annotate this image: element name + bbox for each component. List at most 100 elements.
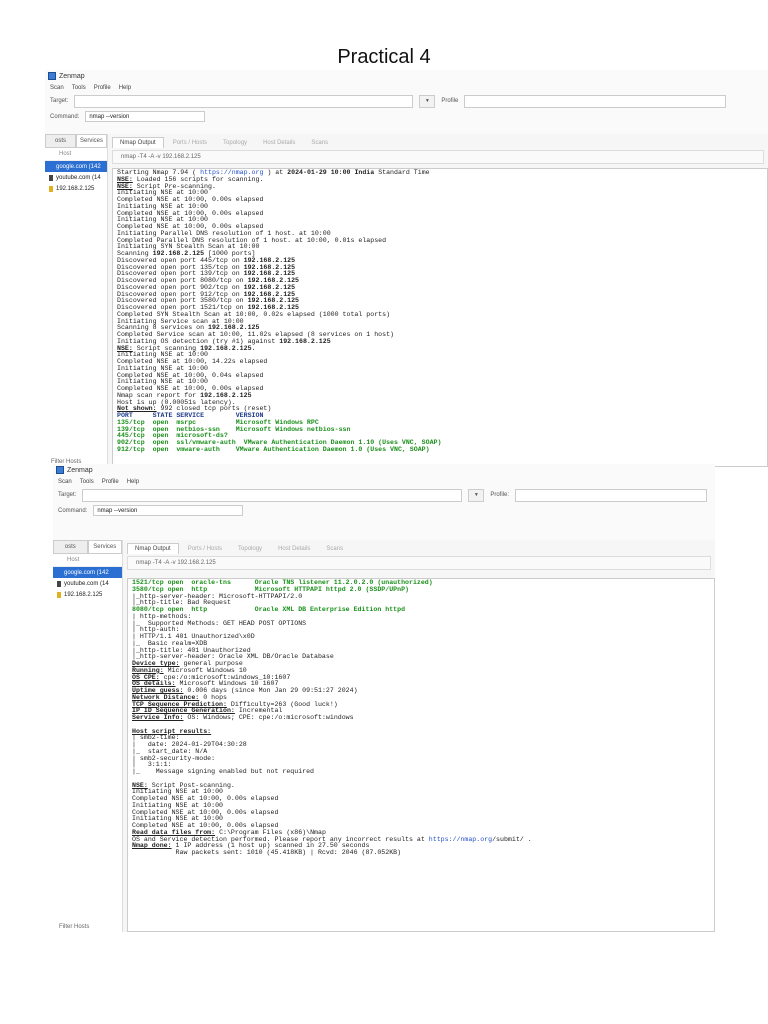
profile-label: Profile:: [490, 492, 510, 498]
host-list-item[interactable]: youtube.com (14: [45, 172, 107, 183]
host-name: google.com (142: [64, 569, 109, 576]
output-line: Raw packets sent: 1010 (45.418KB) | Rcvd…: [132, 849, 710, 857]
menu-help[interactable]: Help: [119, 85, 131, 91]
zenmap-app-icon: [56, 466, 64, 474]
target-input[interactable]: [74, 94, 414, 108]
menu-scan[interactable]: Scan: [50, 85, 64, 91]
nmap-output-text: Starting Nmap 7.94 ( https://nmap.org ) …: [112, 168, 768, 467]
hosts-services-tabs: osts Services: [45, 134, 107, 148]
output-segment: Standard Time: [374, 169, 430, 176]
results-pane: Nmap Output Ports / Hosts Topology Host Det…: [108, 134, 768, 467]
zenmap-screenshot-2: Zenmap Scan Tools Profile Help Target: ▼ Profil…: [53, 464, 715, 932]
window-title-bar: Zenmap: [45, 70, 768, 82]
window-title: Zenmap: [59, 72, 85, 80]
tab-host-details[interactable]: Host Details: [271, 544, 317, 554]
tab-services[interactable]: Services: [76, 134, 107, 148]
menu-profile[interactable]: Profile: [94, 85, 111, 91]
chevron-down-icon: ▼: [424, 98, 430, 104]
menu-help[interactable]: Help: [127, 479, 139, 485]
output-segment: 912/tcp open vmware-auth VMware Authenti…: [117, 445, 430, 453]
menu-profile[interactable]: Profile: [102, 479, 119, 485]
output-segment: 192.168.2.125: [279, 337, 331, 345]
profile-select[interactable]: [515, 488, 708, 502]
output-line: Completed NSE at 10:00, 0.00s elapsed: [117, 210, 763, 218]
tab-topology[interactable]: Topology: [231, 544, 269, 554]
host-list-item[interactable]: google.com (142: [53, 567, 122, 578]
host-name: 192.168.2.125: [56, 185, 95, 192]
command-input[interactable]: nmap --version: [85, 111, 206, 122]
host-column-header: Host: [53, 554, 122, 567]
output-line: | date: 2024-01-29T04:30:28: [132, 741, 710, 749]
menu-bar: Scan Tools Profile Help: [45, 82, 768, 93]
tab-ports-hosts[interactable]: Ports / Hosts: [166, 138, 214, 148]
tab-hosts[interactable]: osts: [53, 540, 88, 554]
host-column-header: Host: [45, 148, 107, 161]
host-list-item[interactable]: youtube.com (14: [53, 578, 122, 589]
window-title-bar: Zenmap: [53, 464, 715, 476]
output-line: Completed NSE at 10:00, 14.22s elapsed: [117, 358, 763, 366]
target-label: Target:: [50, 98, 69, 104]
tab-services[interactable]: Services: [87, 540, 122, 554]
tab-ports-hosts[interactable]: Ports / Hosts: [181, 544, 229, 554]
output-line: 8080/tcp open http Oracle XML DB Enterpr…: [132, 606, 710, 614]
results-pane: Nmap Output Ports / Hosts Topology Host Det…: [123, 540, 715, 932]
command-row: Command: nmap --version: [45, 109, 768, 124]
os-icon: [49, 163, 53, 170]
scan-command-select[interactable]: nmap -T4 -A -v 192.168.2.125: [112, 150, 764, 164]
tab-hosts[interactable]: osts: [45, 134, 76, 148]
hosts-services-tabs: osts Services: [53, 540, 122, 554]
page-title: Practical 4: [337, 46, 431, 68]
target-row: Target: ▼ Profile:: [53, 487, 715, 503]
command-label: Command:: [58, 507, 88, 514]
output-line: Host script results:: [132, 728, 710, 736]
tab-topology[interactable]: Topology: [216, 138, 254, 148]
output-line: |_ Supported Methods: GET HEAD POST OPTI…: [132, 620, 710, 628]
output-segment: |_ Message signing enabled but not requi…: [132, 768, 315, 775]
host-name: youtube.com (14: [64, 580, 109, 587]
host-name: youtube.com (14: [56, 174, 101, 181]
host-name: google.com (142: [56, 163, 101, 170]
output-line: |_ Message signing enabled but not requi…: [132, 768, 710, 776]
os-icon: [49, 185, 53, 192]
output-line: Completed NSE at 10:00, 0.04s elapsed: [117, 372, 763, 380]
target-dropdown-button[interactable]: ▼: [419, 94, 436, 108]
zenmap-app-icon: [48, 72, 56, 80]
tab-host-details[interactable]: Host Details: [256, 138, 302, 148]
command-row: Command: nmap --version: [53, 503, 715, 518]
tab-scans[interactable]: Scans: [319, 544, 350, 554]
profile-select[interactable]: [464, 94, 727, 108]
menu-bar: Scan Tools Profile Help: [53, 476, 715, 487]
command-input[interactable]: nmap --version: [93, 505, 244, 516]
tab-nmap-output[interactable]: Nmap Output: [127, 543, 179, 554]
menu-tools[interactable]: Tools: [72, 85, 86, 91]
os-icon: [57, 580, 61, 587]
output-line: Completed NSE at 10:00, 0.00s elapsed: [117, 196, 763, 204]
nmap-output-text: 1521/tcp open oracle-tns Oracle TNS list…: [127, 578, 715, 932]
os-icon: [57, 591, 61, 598]
chevron-down-icon: ▼: [473, 492, 479, 498]
host-list-item[interactable]: 192.168.2.125: [53, 589, 122, 600]
host-list-item[interactable]: google.com (142: [45, 161, 107, 172]
os-icon: [49, 174, 53, 181]
output-line: Service Info: OS: Windows; CPE: cpe:/o:m…: [132, 714, 710, 722]
host-name: 192.168.2.125: [64, 591, 103, 598]
host-list-item[interactable]: 192.168.2.125: [45, 183, 107, 194]
menu-scan[interactable]: Scan: [58, 479, 72, 485]
main-body: osts Services Host google.com (142 youtube.c…: [53, 540, 715, 932]
menu-tools[interactable]: Tools: [80, 479, 94, 485]
output-line: NSE: Script scanning 192.168.2.125.: [117, 344, 763, 353]
output-segment: /submit/ .: [492, 835, 532, 843]
output-line: NSE: Script Pre-scanning.: [117, 183, 763, 191]
tab-scans[interactable]: Scans: [304, 138, 335, 148]
output-segment: .: [251, 344, 256, 352]
target-dropdown-button[interactable]: ▼: [468, 488, 485, 502]
output-line: [132, 722, 710, 729]
output-segment: ) at: [263, 169, 288, 176]
filter-hosts-button[interactable]: Filter Hosts: [59, 924, 89, 930]
target-input[interactable]: [82, 488, 463, 502]
hosts-pane: osts Services Host google.com (142 youtube.c…: [53, 540, 123, 932]
tab-nmap-output[interactable]: Nmap Output: [112, 137, 164, 148]
main-body: osts Services Host google.com (142 youtube.c…: [45, 134, 768, 467]
scan-command-select[interactable]: nmap -T4 -A -v 192.168.2.125: [127, 556, 711, 570]
output-line: | smb2-security-mode:: [132, 755, 710, 763]
